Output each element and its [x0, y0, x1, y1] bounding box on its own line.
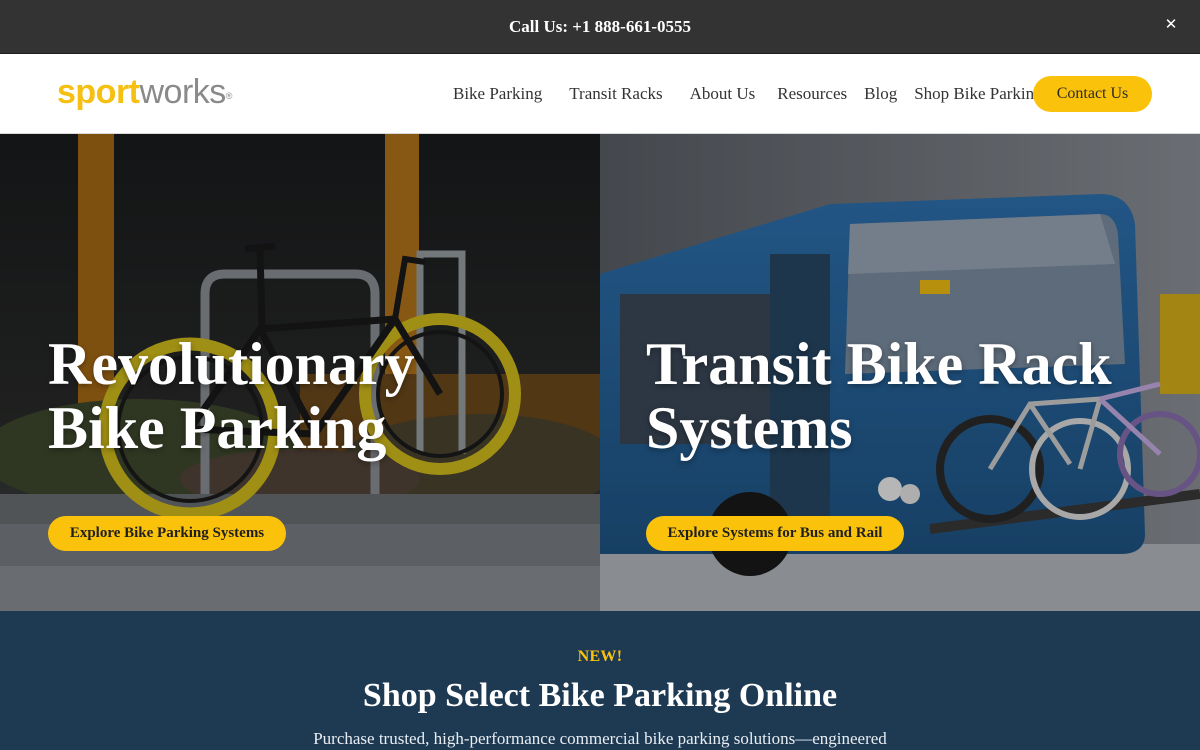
hero-section: Revolutionary Bike Parking Explore Bike …: [0, 134, 1200, 611]
nav-item-blog[interactable]: Blog: [864, 84, 897, 104]
logo-text-sport: sport: [57, 73, 140, 111]
nav-item-shop-bike-parking[interactable]: Shop Bike Parking: [914, 84, 1042, 104]
hero-title-bike-parking: Revolutionary Bike Parking: [48, 332, 568, 460]
logo-registered-mark: ®: [225, 91, 233, 101]
hero-title-transit-racks: Transit Bike Rack Systems: [646, 332, 1166, 460]
nav-item-resources[interactable]: Resources: [777, 84, 847, 104]
nav-item-transit-racks[interactable]: Transit Racks: [569, 84, 662, 104]
main-nav: Bike Parking Transit Racks About Us Reso…: [440, 54, 1043, 134]
hero-title-line: Systems: [646, 395, 853, 461]
hero-title-line: Bike Parking: [48, 395, 387, 461]
sportworks-logo[interactable]: sportworks®: [57, 72, 232, 112]
explore-transit-systems-button[interactable]: Explore Systems for Bus and Rail: [646, 516, 904, 551]
contact-us-button[interactable]: Contact Us: [1033, 76, 1152, 112]
nav-item-bike-parking[interactable]: Bike Parking: [453, 84, 542, 104]
explore-bike-parking-button[interactable]: Explore Bike Parking Systems: [48, 516, 286, 551]
logo-text-works: works: [139, 73, 227, 111]
shop-online-section: NEW! Shop Select Bike Parking Online Pur…: [0, 611, 1200, 750]
new-badge: NEW!: [577, 648, 623, 665]
site-header: sportworks® Bike Parking Transit Racks A…: [0, 54, 1200, 134]
nav-item-about-us[interactable]: About Us: [690, 84, 756, 104]
hero-panel-bike-parking: Revolutionary Bike Parking Explore Bike …: [0, 134, 600, 611]
close-icon[interactable]: ✕: [1160, 13, 1182, 35]
hero-title-line: Revolutionary: [48, 331, 415, 397]
call-us-text[interactable]: Call Us: +1 888-661-0555: [509, 17, 691, 37]
hero-title-line: Transit Bike Rack: [646, 331, 1112, 397]
hero-panel-transit-racks: Transit Bike Rack Systems Explore System…: [600, 134, 1200, 611]
announcement-bar: Call Us: +1 888-661-0555 ✕: [0, 0, 1200, 54]
shop-heading: Shop Select Bike Parking Online: [362, 677, 838, 714]
shop-description: Purchase trusted, high-performance comme…: [313, 729, 887, 748]
